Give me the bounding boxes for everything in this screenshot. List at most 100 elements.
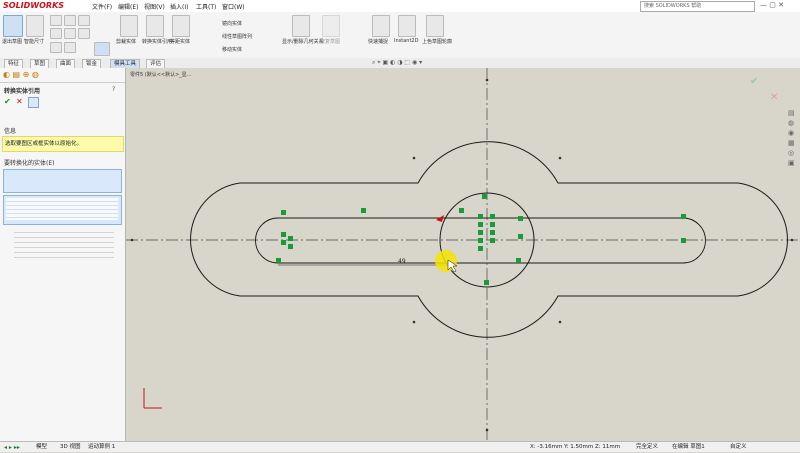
relation-handle xyxy=(681,238,686,243)
relation-handle xyxy=(518,234,523,239)
tab-sketch[interactable]: 草图 xyxy=(30,59,50,68)
relation-handle xyxy=(288,236,293,241)
tab-evaluate[interactable]: 评估 xyxy=(146,59,166,68)
confirm-corner-cancel-icon[interactable]: ✕ xyxy=(770,92,778,103)
relation-handle xyxy=(281,232,286,237)
tab-features[interactable]: 特征 xyxy=(4,59,24,68)
relation-handle xyxy=(459,208,464,213)
relation-handle xyxy=(681,214,686,219)
polyline-tool-icon[interactable] xyxy=(64,15,76,26)
status-bar: ◂ ▸ ▸▸ 模型 3D 视图 运动算例 1 X: -3.16mm Y: 1.5… xyxy=(0,441,800,452)
quick-snaps-button[interactable] xyxy=(372,15,390,37)
convert-entities-button[interactable] xyxy=(146,15,164,37)
offset-label: 等距实体 xyxy=(170,39,191,45)
relation-handle xyxy=(490,222,495,227)
smart-dimension-button[interactable] xyxy=(26,15,44,37)
rectangle-tool-icon[interactable] xyxy=(50,28,62,39)
sketch-point xyxy=(130,238,134,242)
relation-handle xyxy=(518,216,523,221)
ok-icon[interactable]: ✔ xyxy=(4,97,11,106)
relation-handle xyxy=(478,238,483,243)
repair-sketch-button[interactable] xyxy=(322,15,340,37)
relation-handle xyxy=(478,246,483,251)
divider xyxy=(0,82,125,83)
pin-icon[interactable] xyxy=(28,97,39,108)
trim-button[interactable] xyxy=(120,15,138,37)
relation-handle xyxy=(281,240,286,245)
shaded-sketch-button[interactable] xyxy=(426,15,444,37)
repair-sketch-label: 修复草图 xyxy=(320,39,341,45)
relation-handle xyxy=(482,194,487,199)
menu-window[interactable]: 窗口(W) xyxy=(222,2,245,11)
move-entities-label[interactable]: 移动实体 xyxy=(222,46,242,53)
scroll-arrows-icon[interactable]: ◂ ▸ ▸▸ xyxy=(4,443,20,453)
ellipse-tool-icon[interactable] xyxy=(64,42,76,53)
linear-array-label[interactable]: 线性草图阵列 xyxy=(222,33,252,40)
arc-tool-icon[interactable] xyxy=(78,28,90,39)
relation-handle xyxy=(484,280,489,285)
relation-handle xyxy=(516,258,521,263)
relation-handle xyxy=(478,222,483,227)
graphics-area[interactable]: 零件5 (默认<<默认>_显... 49 ✔ ✕ ▤ ◍ ◉ ▦ ◎ ▣ xyxy=(126,68,800,441)
relation-handle xyxy=(276,258,281,263)
smart-dimension-label: 智能尺寸 xyxy=(24,39,45,45)
dimension-value[interactable]: 49 xyxy=(398,258,406,265)
tab-surfaces[interactable]: 曲面 xyxy=(56,59,76,68)
line-tool-icon[interactable] xyxy=(50,15,62,26)
tab-sheet-metal[interactable]: 钣金 xyxy=(82,59,102,68)
help-icon[interactable]: ? xyxy=(112,86,115,93)
sketch-canvas[interactable]: 49 xyxy=(126,68,800,441)
menu-tools[interactable]: 工具(T) xyxy=(196,2,216,11)
sketch-point xyxy=(558,156,562,160)
spline-tool-icon[interactable] xyxy=(78,15,90,26)
quick-snaps-label: 快速捕捉 xyxy=(368,39,389,45)
fillet-tool-icon[interactable] xyxy=(50,42,62,53)
relation-handle xyxy=(478,230,483,235)
relation-handle xyxy=(490,214,495,219)
convert-entities-label: 转换实体引用 xyxy=(142,39,173,45)
confirm-corner-ok-icon[interactable]: ✔ xyxy=(750,76,758,87)
relation-handle xyxy=(281,210,286,215)
search-input[interactable]: 搜索 SOLIDWORKS 帮助 xyxy=(640,1,755,12)
sketch-point xyxy=(485,428,489,432)
property-manager-panel: ◐ ▤ ⊕ ◍ 转换实体引用 ? ✔ ✕ 信息 选取要图区或框实体以原始化。 要… xyxy=(0,68,126,441)
menu-file[interactable]: 文件(F) xyxy=(92,2,112,11)
relation-handle xyxy=(361,208,366,213)
menu-view[interactable]: 视图(V) xyxy=(144,2,165,11)
heads-up-view-toolbar[interactable]: ⌕ ⌖ ▣ ◐ ◑ ⬚ ◉ ▾ xyxy=(372,59,422,67)
instant2d-button[interactable] xyxy=(398,15,416,37)
outer-slot-profile[interactable] xyxy=(190,141,788,338)
relation-handle xyxy=(490,238,495,243)
shaded-sketch-label: 上色草图轮廓 xyxy=(422,39,453,45)
entities-section-header: 要转换化的实体(E) xyxy=(4,160,55,167)
relation-handle xyxy=(288,244,293,249)
sketch-point xyxy=(790,238,794,242)
exit-sketch-button[interactable] xyxy=(3,15,23,37)
relation-handle xyxy=(490,230,495,235)
mirror-label[interactable]: 镜向实体 xyxy=(222,20,242,27)
info-message: 选取要图区或框实体以原始化。 xyxy=(2,136,124,152)
relation-handle xyxy=(478,214,483,219)
sketch-point xyxy=(412,156,416,160)
relation-handles[interactable] xyxy=(276,194,686,285)
display-relations-label: 显示/删除几何关系 xyxy=(282,39,324,45)
command-manager-ribbon: 退出草图 智能尺寸 剪裁实体 转换实体引用 等距实体 镜向实体 线性草图阵列 移… xyxy=(0,12,800,59)
menu-edit[interactable]: 编辑(E) xyxy=(118,2,138,11)
text-tool-icon[interactable] xyxy=(94,42,110,56)
window-controls-icon[interactable]: — ▢ ✕ xyxy=(760,1,784,9)
feature-tree-faded xyxy=(14,228,114,258)
offset-button[interactable] xyxy=(172,15,190,37)
trim-label: 剪裁实体 xyxy=(116,39,137,45)
cancel-icon[interactable]: ✕ xyxy=(16,97,23,106)
tab-mold-tools[interactable]: 模具工具 xyxy=(110,59,141,68)
display-relations-button[interactable] xyxy=(292,15,310,37)
panel-tab-icons[interactable]: ◐ ▤ ⊕ ◍ xyxy=(3,70,39,79)
app-logo: SOLIDWORKS xyxy=(3,1,65,10)
task-pane-icons[interactable]: ▤ ◍ ◉ ▦ ◎ ▣ xyxy=(788,108,798,168)
circle-tool-icon[interactable] xyxy=(64,28,76,39)
entities-selection-box[interactable] xyxy=(3,169,122,193)
info-section-header: 信息 xyxy=(4,128,17,135)
exit-sketch-label: 退出草图 xyxy=(2,39,23,45)
selection-arrow xyxy=(436,215,444,222)
menu-insert[interactable]: 插入(I) xyxy=(170,2,188,11)
